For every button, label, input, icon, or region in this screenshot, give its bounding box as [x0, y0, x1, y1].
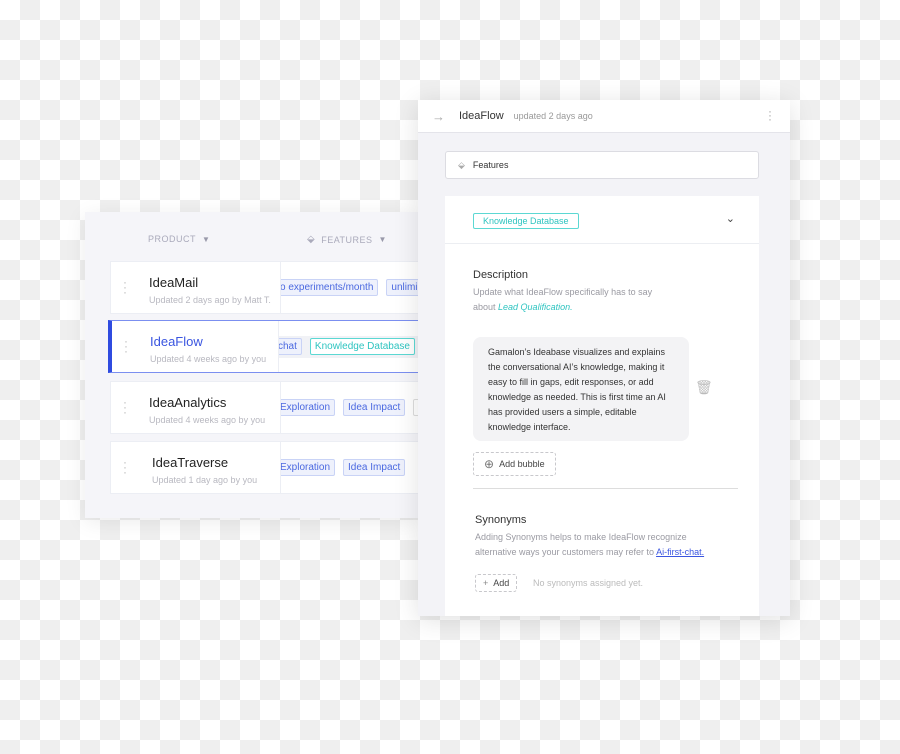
updated-text: Updated 2 days ago by Matt T.	[149, 295, 271, 305]
features-label: Features	[472, 160, 509, 170]
caret-down-icon: ▼	[378, 235, 387, 244]
product-column-header[interactable]: PRODUCT ▼	[148, 234, 210, 244]
description-text: Update what IdeaFlow specifically has to…	[473, 287, 653, 312]
synonyms-text: Adding Synonyms helps to make IdeaFlow r…	[475, 532, 705, 557]
add-synonym-label: Add	[493, 578, 510, 588]
updated-text: Updated 1 day ago by you	[152, 475, 258, 485]
product-header-label: PRODUCT	[148, 234, 196, 244]
drag-handle-icon[interactable]: · · ·	[123, 396, 127, 418]
feature-tag[interactable]: Idea Impact	[343, 399, 406, 416]
synonyms-heading: Synonyms	[475, 514, 527, 526]
drag-handle-icon[interactable]: · · ·	[123, 276, 127, 298]
product-name: IdeaTraverse	[152, 455, 229, 470]
product-name: IdeaFlow	[150, 334, 203, 349]
updated-text: Updated 4 weeks ago by you	[150, 354, 267, 364]
caret-down-icon: ▼	[202, 234, 211, 244]
no-synonyms-text: No synonyms assigned yet.	[533, 578, 644, 588]
add-bubble-button[interactable]: ⊕ Add bubble	[473, 452, 556, 476]
feature-tag[interactable]: Knowledge Database	[309, 338, 415, 355]
updated-text: Updated 4 weeks ago by you	[149, 415, 266, 425]
feature-tag[interactable]: unlimi	[386, 279, 418, 296]
feature-tag[interactable]: chat	[279, 338, 302, 355]
table-row[interactable]: · · · IdeaMail Updated 2 days ago by Matt …	[110, 261, 418, 314]
features-header-label: FEATURES	[321, 234, 373, 245]
lead-qualification-link[interactable]: Lead Qualification	[498, 302, 570, 312]
tag-icon: ⬙	[307, 234, 316, 245]
table-row[interactable]: · · · IdeaTraverse Updated 1 day ago by yo…	[110, 441, 418, 494]
plus-icon: +	[483, 578, 489, 588]
add-bubble-label: Add bubble	[499, 459, 545, 469]
product-name: IdeaAnalytics	[149, 395, 227, 410]
description-heading: Description	[473, 269, 529, 281]
trash-icon[interactable]: 🗑	[695, 379, 713, 396]
feature-tag[interactable]: Exploration	[281, 459, 336, 476]
product-name: IdeaMail	[149, 275, 199, 290]
knowledge-bubble[interactable]: Gamalon’s Ideabase visualizes and explai…	[473, 337, 689, 441]
feature-card: Knowledge Database ⌄ Description Update …	[445, 196, 759, 616]
divider	[473, 488, 738, 489]
table-row[interactable]: · · · IdeaAnalytics Updated 4 weeks ago by…	[110, 381, 418, 434]
ai-first-chat-link[interactable]: Ai-first-chat.	[656, 547, 704, 557]
arrow-right-icon[interactable]: →	[432, 109, 445, 124]
drag-handle-icon[interactable]: · · ·	[124, 335, 128, 357]
feature-tag[interactable]: Knowledge Database	[473, 213, 579, 229]
detail-header: → IdeaFlow updated 2 days ago · · ·	[418, 100, 790, 133]
plus-circle-icon: ⊕	[484, 457, 495, 471]
features-field[interactable]: ⬙ Features	[445, 151, 759, 179]
chevron-down-icon[interactable]: ⌄	[726, 212, 735, 225]
tag-icon: ⬙	[458, 159, 465, 170]
detail-updated: updated 2 days ago	[513, 111, 593, 121]
features-column-header[interactable]: ⬙ FEATURES ▼	[307, 234, 387, 245]
table-row-selected[interactable]: · · · IdeaFlow Updated 4 weeks ago by you …	[108, 320, 418, 373]
more-vertical-icon[interactable]: · · ·	[768, 105, 772, 125]
feature-tag[interactable]: Exploration	[281, 399, 336, 416]
detail-panel: → IdeaFlow updated 2 days ago · · · ⬙ Featu…	[418, 100, 790, 616]
drag-handle-icon[interactable]: · · ·	[123, 456, 127, 478]
product-list-panel: PRODUCT ▼ ⬙ FEATURES ▼ · · · IdeaMail Updated…	[85, 212, 418, 518]
feature-tag[interactable]: Idea Impact	[343, 459, 406, 476]
feature-tag[interactable]: o experiments/month	[281, 279, 379, 296]
detail-title: IdeaFlow	[459, 110, 504, 122]
add-synonym-button[interactable]: + Add	[475, 574, 518, 592]
